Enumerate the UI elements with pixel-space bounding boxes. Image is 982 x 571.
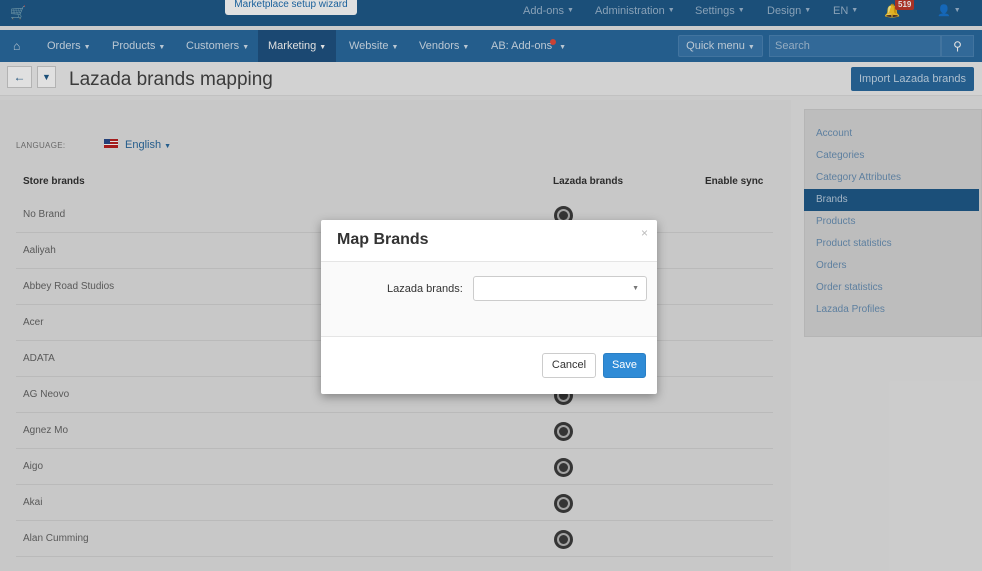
lazada-brands-label: Lazada brands: (387, 283, 463, 295)
divider (321, 336, 657, 337)
lazada-brands-select[interactable]: ▼ (473, 276, 647, 301)
modal-title: Map Brands (337, 231, 429, 248)
save-button[interactable]: Save (603, 353, 646, 378)
close-icon[interactable]: × (641, 226, 648, 240)
caret-down-icon: ▼ (632, 285, 639, 292)
map-brands-modal: Map Brands × Cancel Save (321, 220, 657, 394)
cancel-button[interactable]: Cancel (542, 353, 596, 378)
